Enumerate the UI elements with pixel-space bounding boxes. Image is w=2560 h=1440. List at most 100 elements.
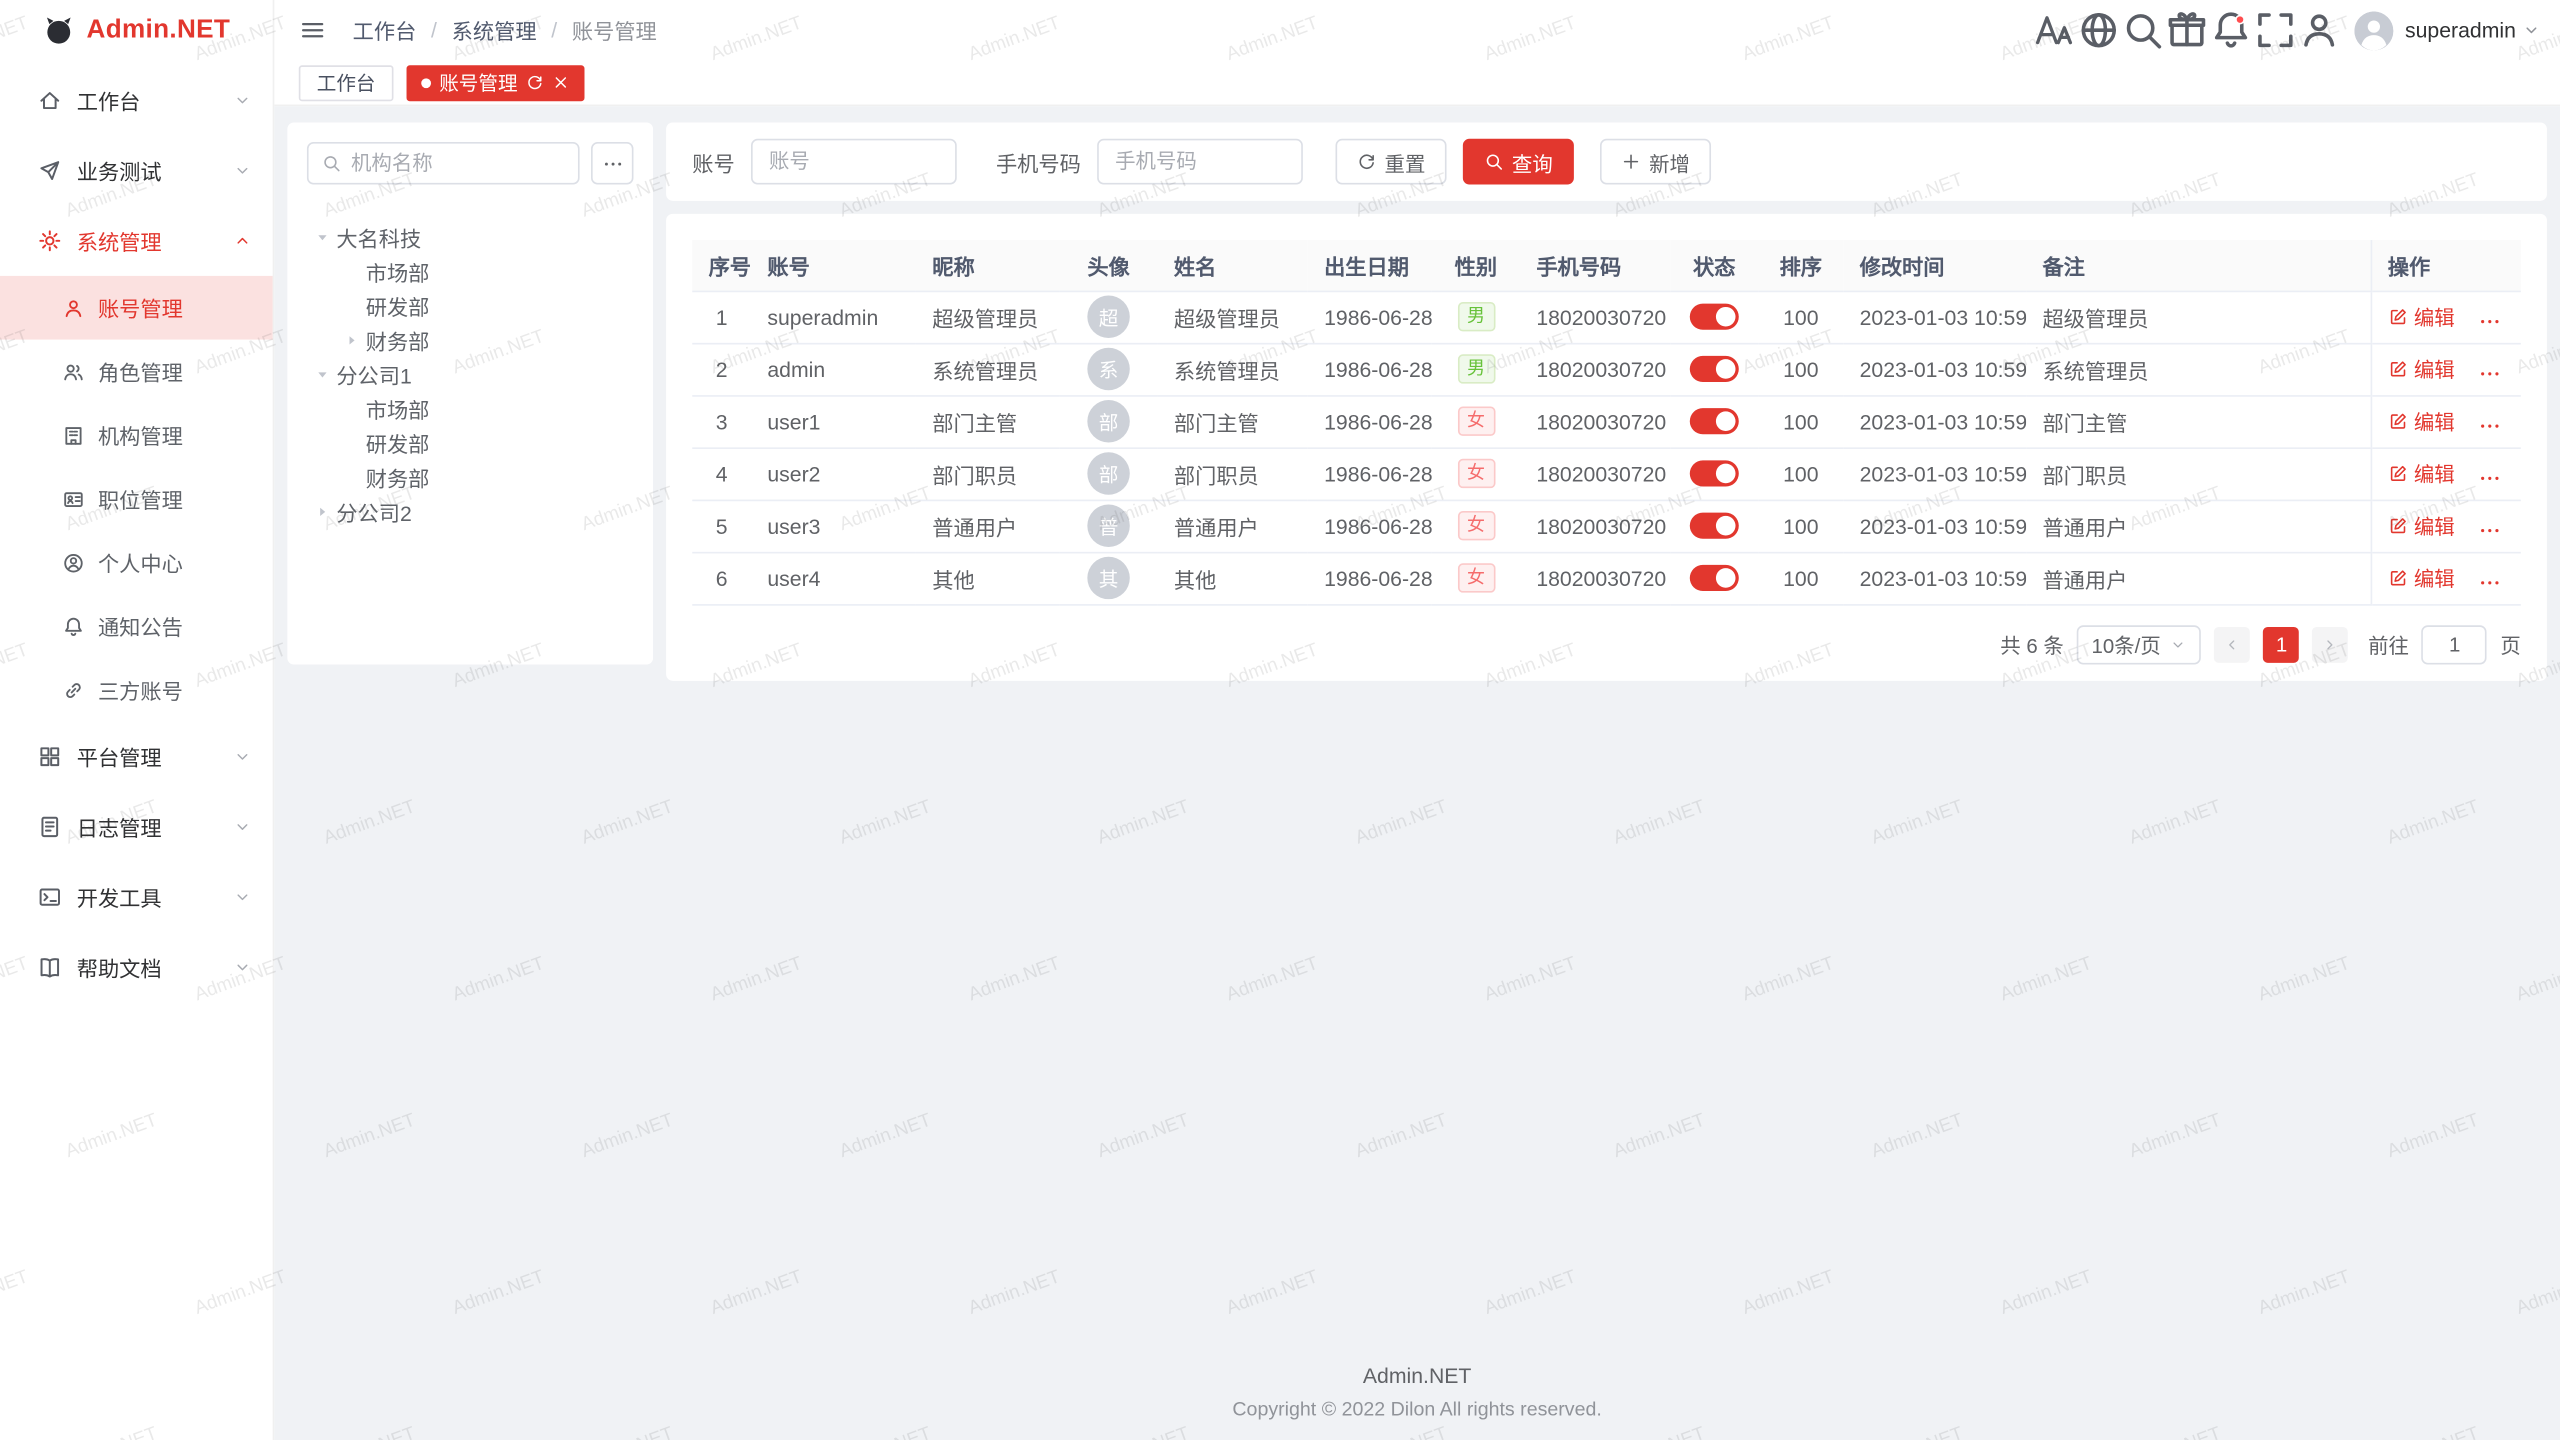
sidebar-item-2[interactable]: 系统管理 — [0, 206, 273, 276]
cell-nickname: 系统管理员 — [916, 343, 1060, 395]
row-more-button[interactable] — [2478, 309, 2501, 332]
tree-node-8[interactable]: 分公司2 — [307, 495, 634, 529]
cell-account: superadmin — [751, 291, 916, 343]
sidebar-subitem-2-0[interactable]: 账号管理 — [0, 276, 273, 340]
reset-button[interactable]: 重置 — [1336, 139, 1447, 185]
account-label: 账号 — [692, 146, 734, 177]
language-icon[interactable] — [2077, 8, 2121, 52]
tree-node-7[interactable]: 财务部 — [307, 460, 634, 494]
next-page-button[interactable] — [2313, 626, 2349, 662]
add-button[interactable]: 新增 — [1600, 139, 1711, 185]
caret-right-icon[interactable] — [310, 500, 333, 523]
app-root: Admin.NET 工作台业务测试系统管理账号管理角色管理机构管理职位管理个人中… — [0, 0, 2560, 1440]
org-more-button[interactable] — [591, 142, 633, 184]
status-toggle[interactable] — [1690, 565, 1739, 591]
sidebar-subitem-2-3[interactable]: 职位管理 — [0, 467, 273, 531]
status-toggle[interactable] — [1690, 356, 1739, 382]
cell-status — [1670, 343, 1758, 395]
sidebar-subitem-2-6[interactable]: 三方账号 — [0, 658, 273, 722]
sidebar-item-0[interactable]: 工作台 — [0, 65, 273, 135]
app-logo-icon — [42, 14, 75, 47]
sidebar-item-label: 帮助文档 — [77, 952, 234, 983]
row-more-button[interactable] — [2478, 362, 2501, 385]
tree-node-3[interactable]: 财务部 — [307, 323, 634, 357]
sidebar-subitem-2-1[interactable]: 角色管理 — [0, 340, 273, 404]
edit-button[interactable]: 编辑 — [2388, 562, 2455, 593]
row-more-button[interactable] — [2478, 466, 2501, 489]
caret-placeholder — [340, 432, 363, 455]
user-avatar[interactable] — [2354, 11, 2393, 50]
cell-account: user1 — [751, 395, 916, 447]
breadcrumb-item[interactable]: 工作台 — [353, 15, 417, 46]
tab-0[interactable]: 工作台 — [299, 64, 394, 100]
app-logo[interactable]: Admin.NET — [0, 0, 273, 60]
user-chevron-down-icon[interactable] — [2522, 21, 2540, 39]
sidebar-item-1[interactable]: 业务测试 — [0, 136, 273, 206]
theme-icon[interactable] — [2165, 8, 2209, 52]
caret-down-icon[interactable] — [310, 363, 333, 386]
goto-page-input[interactable] — [2422, 624, 2487, 663]
cell-name: 系统管理员 — [1158, 343, 1308, 395]
edit-button[interactable]: 编辑 — [2388, 510, 2455, 541]
row-more-button[interactable] — [2478, 414, 2501, 437]
status-toggle[interactable] — [1690, 513, 1739, 539]
status-toggle[interactable] — [1690, 304, 1739, 330]
row-more-button[interactable] — [2478, 518, 2501, 541]
org-search-input[interactable] — [351, 152, 565, 175]
tree-node-label: 研发部 — [366, 291, 430, 322]
page-size-select[interactable]: 10条/页 — [2077, 624, 2202, 663]
edit-button[interactable]: 编辑 — [2388, 406, 2455, 437]
edit-button[interactable]: 编辑 — [2388, 458, 2455, 489]
sidebar-item-6[interactable]: 帮助文档 — [0, 932, 273, 1002]
org-tree: 大名科技市场部研发部财务部分公司1市场部研发部财务部分公司2 — [307, 220, 634, 529]
tree-node-label: 研发部 — [366, 428, 430, 459]
account-icon — [62, 296, 85, 319]
fullscreen-icon[interactable] — [2253, 8, 2297, 52]
tree-node-4[interactable]: 分公司1 — [307, 358, 634, 392]
plus-icon — [1621, 152, 1641, 172]
account-input[interactable] — [751, 139, 957, 185]
sidebar-item-5[interactable]: 开发工具 — [0, 862, 273, 932]
tree-node-0[interactable]: 大名科技 — [307, 220, 634, 254]
close-icon[interactable] — [552, 73, 570, 91]
sidebar-item-4[interactable]: 日志管理 — [0, 792, 273, 862]
cell-gender: 男 — [1432, 291, 1520, 343]
username[interactable]: superadmin — [2405, 18, 2516, 42]
phone-input[interactable] — [1097, 139, 1303, 185]
breadcrumb-item[interactable]: 账号管理 — [572, 15, 657, 46]
edit-button[interactable]: 编辑 — [2388, 301, 2455, 332]
cell-nickname: 超级管理员 — [916, 291, 1060, 343]
bell-icon[interactable] — [2209, 8, 2253, 52]
row-more-button[interactable] — [2478, 571, 2501, 594]
tree-node-1[interactable]: 市场部 — [307, 255, 634, 289]
page-footer: Admin.NET Copyright © 2022 Dilon All rig… — [287, 1363, 2547, 1427]
breadcrumb: 工作台/系统管理/账号管理 — [353, 15, 657, 46]
tree-node-2[interactable]: 研发部 — [307, 289, 634, 323]
edit-button[interactable]: 编辑 — [2388, 353, 2455, 384]
query-button[interactable]: 查询 — [1463, 139, 1574, 185]
tree-node-5[interactable]: 市场部 — [307, 392, 634, 426]
app-name: Admin.NET — [87, 16, 231, 45]
hamburger-menu-icon[interactable] — [299, 16, 327, 44]
status-toggle[interactable] — [1690, 461, 1739, 487]
breadcrumb-item[interactable]: 系统管理 — [452, 15, 537, 46]
caret-down-icon[interactable] — [310, 226, 333, 249]
tree-node-6[interactable]: 研发部 — [307, 426, 634, 460]
sidebar-subitem-2-2[interactable]: 机构管理 — [0, 403, 273, 467]
right-column: 账号 手机号码 重置 查询 — [666, 122, 2547, 680]
search-icon[interactable] — [2121, 8, 2165, 52]
refresh-icon[interactable] — [526, 73, 544, 91]
sidebar-subitem-2-5[interactable]: 通知公告 — [0, 594, 273, 658]
caret-placeholder — [340, 466, 363, 489]
cell-avatar: 普 — [1060, 500, 1158, 552]
tab-1[interactable]: 账号管理 — [407, 64, 585, 100]
chevron-down-icon — [233, 91, 251, 109]
sidebar-subitem-2-4[interactable]: 个人中心 — [0, 531, 273, 595]
page-1-button[interactable]: 1 — [2264, 626, 2300, 662]
sidebar-item-3[interactable]: 平台管理 — [0, 722, 273, 792]
font-size-icon[interactable] — [2033, 8, 2077, 52]
status-toggle[interactable] — [1690, 409, 1739, 435]
caret-right-icon[interactable] — [340, 329, 363, 352]
user-icon[interactable] — [2297, 8, 2341, 52]
prev-page-button[interactable] — [2215, 626, 2251, 662]
